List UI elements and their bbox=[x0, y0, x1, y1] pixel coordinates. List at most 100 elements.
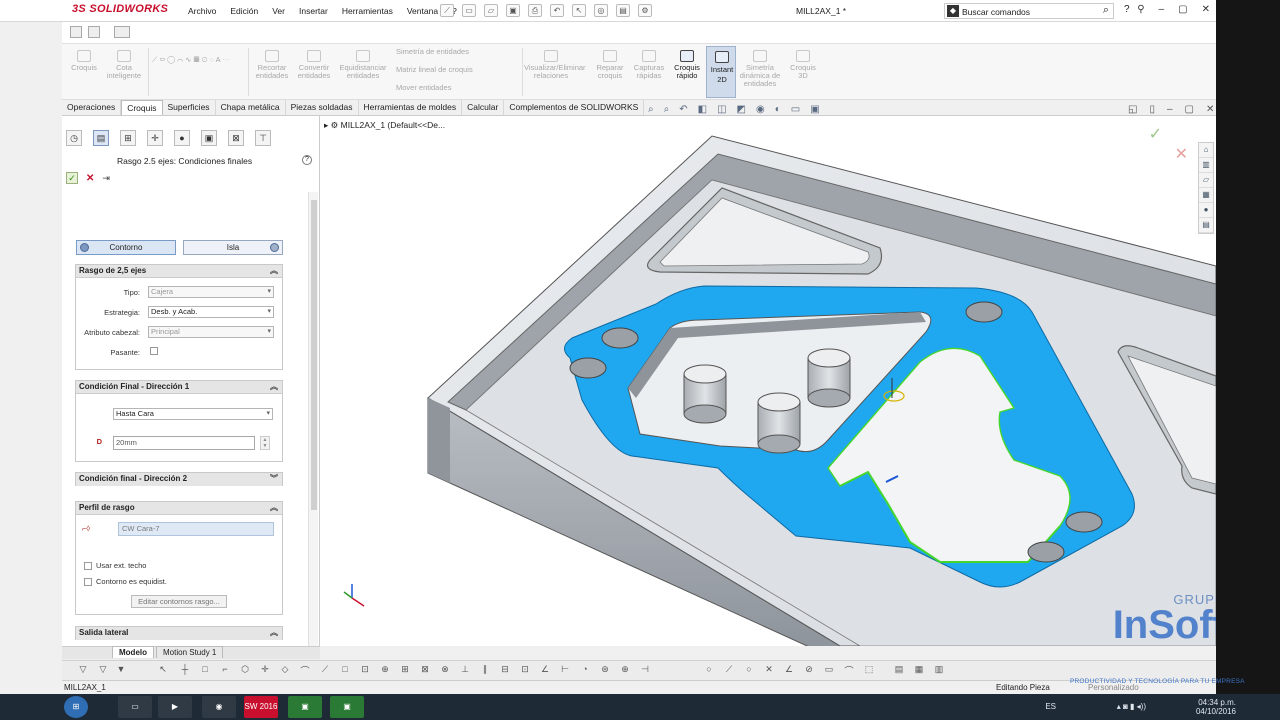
ribbon-relaciones[interactable]: Visualizar/Eliminar relaciones bbox=[524, 50, 586, 80]
camworks-tab-icon[interactable]: ▣ bbox=[201, 130, 217, 146]
menu-archivo[interactable]: Archivo bbox=[188, 6, 216, 16]
snap-end-icon[interactable]: ⌐ bbox=[218, 664, 232, 677]
scrollbar-thumb[interactable] bbox=[311, 200, 317, 510]
undo-icon[interactable]: ↶ bbox=[550, 4, 564, 17]
appearances-icon[interactable]: ● bbox=[1199, 203, 1213, 218]
filter-selection-icon[interactable]: ▼ bbox=[114, 664, 128, 677]
display-x-icon[interactable]: ✕ bbox=[762, 664, 776, 677]
pin-icon[interactable]: ⟋ bbox=[440, 4, 454, 17]
ribbon-convertir[interactable]: Convertir entidades bbox=[294, 50, 334, 80]
hide-show-icon[interactable]: ◉ bbox=[756, 104, 765, 115]
ribbon-recortar[interactable]: Recortar entidades bbox=[252, 50, 292, 80]
ribbon-croquis-3d[interactable]: Croquis 3D bbox=[786, 50, 820, 80]
close-button[interactable]: ✕ bbox=[1202, 4, 1210, 15]
display-table-icon[interactable]: ▥ bbox=[932, 664, 946, 677]
snap-perp-icon[interactable]: ⊥ bbox=[458, 664, 472, 677]
options-gear-icon[interactable]: ⚙ bbox=[638, 4, 652, 17]
design-library-icon[interactable]: ▥ bbox=[1199, 158, 1213, 173]
dimxpert-tab-icon[interactable]: ✛ bbox=[147, 130, 163, 146]
tab-complementos[interactable]: Complementos de SOLIDWORKS bbox=[504, 100, 645, 115]
tool-tab-icon[interactable]: ⊤ bbox=[255, 130, 271, 146]
display-ellipse-icon[interactable]: ⊘ bbox=[802, 664, 816, 677]
appearance-tab-icon[interactable]: ● bbox=[174, 130, 190, 146]
snap-fix-icon[interactable]: ⊛ bbox=[598, 664, 612, 677]
usar-ext-techo-checkbox[interactable] bbox=[84, 562, 92, 570]
solidworks-logo[interactable]: 3S SOLIDWORKS bbox=[72, 3, 168, 15]
search-scope-icon[interactable]: ◆ bbox=[947, 5, 959, 17]
display-style-icon[interactable]: ◩ bbox=[737, 104, 746, 115]
cancel-x-icon[interactable]: ✕ bbox=[86, 173, 94, 184]
snap-intersection-icon[interactable]: ⊠ bbox=[418, 664, 432, 677]
ribbon-simetria-dinamica[interactable]: Simetría dinámica de entidades bbox=[738, 50, 782, 88]
doc-tile-icon[interactable]: ▯ bbox=[1149, 104, 1155, 115]
filter-toggle-icon[interactable]: ▽ bbox=[96, 664, 110, 677]
pin-mini-icon[interactable] bbox=[114, 26, 130, 38]
doc-maximize-icon[interactable]: ▢ bbox=[1185, 104, 1194, 115]
snap-horizontal-icon[interactable]: ⊟ bbox=[498, 664, 512, 677]
depth-input[interactable]: 20mm bbox=[113, 436, 255, 450]
menu-ver[interactable]: Ver bbox=[272, 6, 285, 16]
panel-help-icon[interactable]: ? bbox=[302, 155, 312, 165]
open-icon[interactable]: ▱ bbox=[484, 4, 498, 17]
part-3d-model[interactable] bbox=[320, 116, 1216, 646]
ok-check-icon[interactable]: ✓ bbox=[66, 172, 78, 184]
tipo-select[interactable]: Cajera ▾ bbox=[148, 286, 274, 298]
doc-minimize-icon[interactable]: – bbox=[1167, 104, 1173, 115]
graphics-viewport[interactable]: ▸ ⚙ MILL2AX_1 (Default<<De... ✓ ✕ ⌂ ▥ ▱ … bbox=[320, 116, 1216, 646]
camtasia-recorder-taskbar-icon[interactable]: ▣ bbox=[330, 696, 364, 718]
sketch-mini-icon[interactable] bbox=[70, 26, 82, 38]
confirm-corner-check-icon[interactable]: ✓ bbox=[1149, 124, 1162, 144]
menu-herramientas[interactable]: Herramientas bbox=[342, 6, 393, 16]
snap-point-icon[interactable]: ┼ bbox=[178, 664, 192, 677]
display-rect-icon[interactable]: ▭ bbox=[822, 664, 836, 677]
ribbon-croquis[interactable]: Croquis bbox=[68, 50, 100, 72]
doc-close-icon[interactable]: ✕ bbox=[1206, 104, 1214, 115]
display-grid-icon[interactable]: ▦ bbox=[912, 664, 926, 677]
menu-ventana[interactable]: Ventana bbox=[407, 6, 438, 16]
display-circle-icon[interactable]: ○ bbox=[702, 664, 716, 677]
panel-scrollbar[interactable] bbox=[308, 192, 318, 646]
feature-tree-tab-icon[interactable]: ◷ bbox=[66, 130, 82, 146]
display-arc-icon[interactable]: ⌒ bbox=[842, 664, 856, 677]
collapse-chevron-icon[interactable]: ︽ bbox=[270, 265, 278, 277]
maximize-button[interactable]: ▢ bbox=[1178, 4, 1187, 15]
snap-sketch-icon[interactable]: ⊡ bbox=[358, 664, 372, 677]
menu-insertar[interactable]: Insertar bbox=[299, 6, 328, 16]
language-indicator[interactable]: ES bbox=[1045, 702, 1056, 711]
tab-motion-study[interactable]: Motion Study 1 bbox=[156, 646, 224, 658]
snap-midpoint-icon[interactable]: ⊕ bbox=[378, 664, 392, 677]
doc-restore-icon[interactable]: ◱ bbox=[1128, 104, 1137, 115]
file-explorer-icon[interactable]: ▱ bbox=[1199, 173, 1213, 188]
tray-icons[interactable]: ▴ ◙ ▮ ◂)) bbox=[1117, 702, 1146, 711]
ribbon-cota-inteligente[interactable]: Cota inteligente bbox=[104, 50, 144, 80]
help-button[interactable]: ? bbox=[1124, 4, 1130, 15]
ribbon-simetria[interactable]: Simetría de entidades bbox=[396, 48, 516, 56]
section-header[interactable]: Perfil de rasgo ︽ bbox=[76, 502, 282, 515]
tab-piezas-soldadas[interactable]: Piezas soldadas bbox=[286, 100, 359, 115]
snap-box2-icon[interactable]: □ bbox=[338, 664, 352, 677]
section-header[interactable]: Rasgo de 2,5 ejes ︽ bbox=[76, 265, 282, 278]
pin-panel-icon[interactable]: ⇥ bbox=[102, 173, 110, 184]
minimize-button[interactable]: – bbox=[1159, 4, 1165, 15]
tab-operaciones[interactable]: Operaciones bbox=[62, 100, 122, 115]
tab-herramientas-moldes[interactable]: Herramientas de moldes bbox=[359, 100, 463, 115]
section-view-icon[interactable]: ◧ bbox=[698, 104, 707, 115]
view-orientation-icon[interactable]: ◫ bbox=[717, 104, 726, 115]
snap-grid-icon[interactable]: ◇ bbox=[278, 664, 292, 677]
tab-modelo[interactable]: Modelo bbox=[112, 646, 154, 658]
file-explorer-taskbar-icon[interactable]: ▭ bbox=[118, 696, 152, 718]
estrategia-select[interactable]: Desb. y Acab. ▾ bbox=[148, 306, 274, 318]
print-icon[interactable]: ⎙ bbox=[528, 4, 542, 17]
snap-angle-icon[interactable]: ∠ bbox=[538, 664, 552, 677]
snap-length-icon[interactable]: ⊢ bbox=[558, 664, 572, 677]
ribbon-capturas[interactable]: Capturas rápidas bbox=[632, 50, 666, 80]
snap-center-icon[interactable]: ✛ bbox=[258, 664, 272, 677]
collapse-chevron-icon[interactable]: ︽ bbox=[270, 381, 278, 393]
user-icon[interactable]: ⚲ bbox=[1137, 4, 1144, 15]
camworks-ops-tab-icon[interactable]: ⊠ bbox=[228, 130, 244, 146]
section-header[interactable]: Salida lateral ︽ bbox=[76, 627, 282, 640]
filter-icon[interactable]: ▽ bbox=[76, 664, 90, 677]
file-properties-icon[interactable]: ▤ bbox=[616, 4, 630, 17]
isla-toggle[interactable]: Isla bbox=[183, 240, 283, 255]
snap-more-icon[interactable]: ⊕ bbox=[618, 664, 632, 677]
